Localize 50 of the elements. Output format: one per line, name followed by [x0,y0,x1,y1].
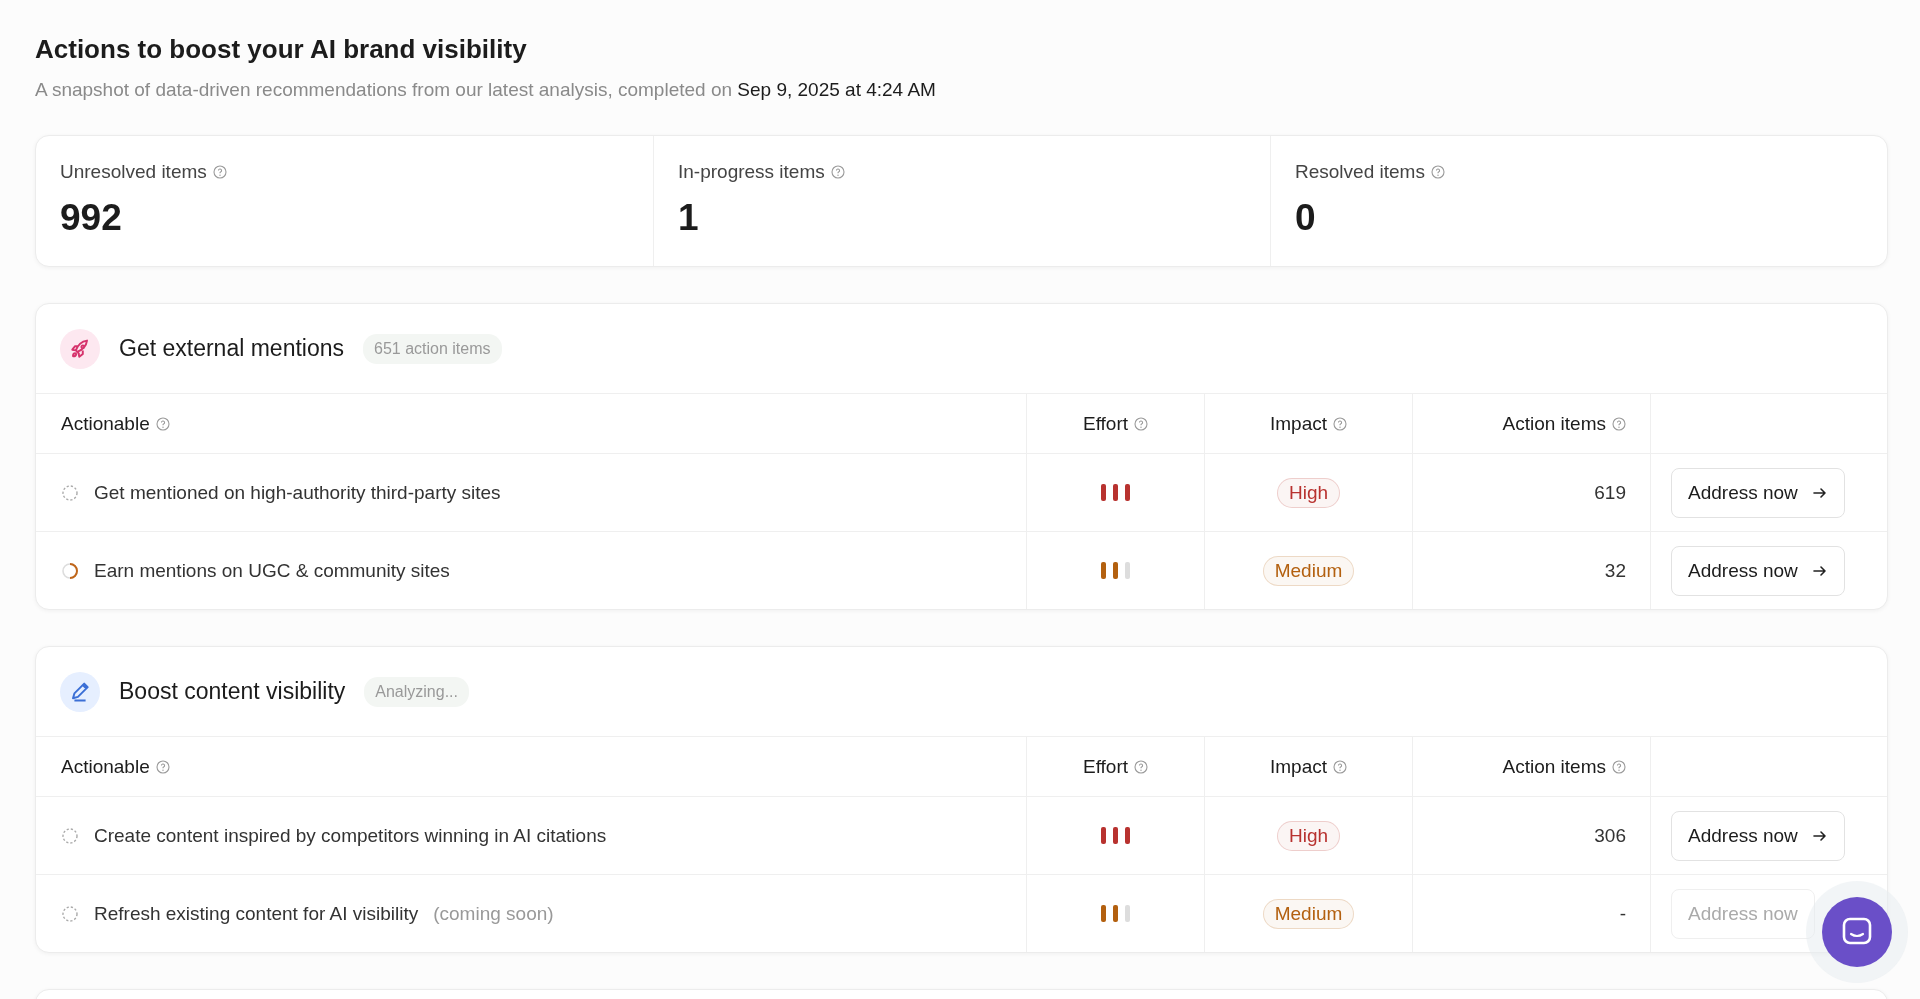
column-header: Action items [1502,755,1606,778]
column-header: Actionable [61,412,150,435]
help-icon [1134,759,1149,774]
stat-value: 992 [60,197,123,239]
help-icon [155,759,170,774]
help-icon [1333,759,1347,774]
column-header: Actionable [61,755,150,778]
impact-badge: High [1276,477,1341,508]
column-header: Impact [1270,755,1327,778]
count-badge: Analyzing... [364,676,469,707]
pencil-icon [60,671,100,712]
address-now-button[interactable]: Address now [1671,545,1845,596]
column-header: Impact [1270,412,1327,435]
action-label: Refresh existing content for AI visibility [94,902,419,925]
help-icon [1430,165,1445,179]
chat-button[interactable] [1822,897,1892,967]
stat-label: Resolved items [1295,161,1425,183]
help-icon [1612,759,1626,774]
stat-value: 0 [1295,197,1317,239]
impact-badge: Medium [1262,898,1355,929]
action-label: Create content inspired by competitors winning in AI citations [94,824,607,847]
column-header: Effort [1082,755,1129,778]
row-note: (coming soon) [433,902,554,925]
stat-label: In-progress items [678,161,825,183]
rocket-icon [60,328,100,369]
count-badge: 651 action items [363,333,502,364]
action-count: 32 [1604,559,1626,582]
address-now-button[interactable]: Address now [1671,810,1845,861]
help-icon [1134,416,1149,431]
help-icon [1612,416,1626,431]
help-icon [1333,416,1347,431]
action-count: 306 [1594,824,1626,847]
impact-badge: High [1276,820,1341,851]
column-header: Action items [1502,412,1606,435]
action-count: - [1619,902,1626,925]
page-title: Actions to boost your AI brand visibility [35,34,528,65]
section-title: Get external mentions [119,335,344,362]
page-subtitle: A snapshot of data-driven recommendations from our latest analysis, completed on Sep 9, 2025 at 4:24 AM [35,79,937,101]
action-label: Get mentioned on high-authority third-party sites [94,481,501,504]
address-now-button[interactable]: Address now [1671,467,1845,518]
stat-label: Unresolved items [60,161,207,183]
help-icon [155,416,170,431]
column-header: Effort [1082,412,1129,435]
section-title: Boost content visibility [119,678,346,705]
help-icon [830,165,845,179]
action-label: Earn mentions on UGC & community sites [94,559,450,582]
help-icon [212,165,227,179]
action-count: 619 [1594,481,1626,504]
impact-badge: Medium [1262,555,1355,586]
stat-value: 1 [678,197,700,239]
